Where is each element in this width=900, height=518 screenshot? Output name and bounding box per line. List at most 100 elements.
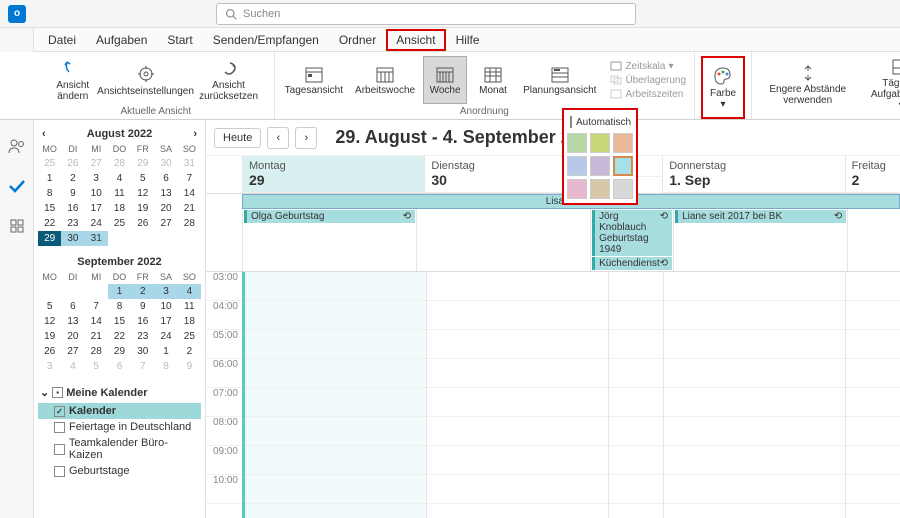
time-slot[interactable] [245, 359, 426, 388]
time-slot[interactable] [245, 417, 426, 446]
time-slot[interactable] [846, 446, 900, 475]
mini-cal-day[interactable]: 19 [131, 201, 154, 216]
color-swatch[interactable] [613, 133, 633, 153]
color-swatch[interactable] [567, 156, 587, 176]
menu-datei[interactable]: Datei [38, 29, 86, 51]
mini-cal-day[interactable]: 30 [131, 344, 154, 359]
search-input[interactable]: Suchen [216, 3, 636, 25]
ansichtseinstellungen-button[interactable]: Ansichtseinstellungen [106, 56, 186, 104]
time-slot[interactable] [664, 446, 845, 475]
mini-cal-day[interactable]: 22 [108, 329, 131, 344]
mini-cal-day[interactable]: 18 [178, 314, 201, 329]
mini-cal-day[interactable]: 16 [131, 314, 154, 329]
mini-cal-day[interactable]: 5 [38, 299, 61, 314]
mini-cal-day[interactable]: 27 [154, 216, 177, 231]
color-swatch[interactable] [567, 179, 587, 199]
mini-cal-day[interactable]: 24 [85, 216, 108, 231]
calendar-list-item[interactable]: Geburtstage [38, 463, 201, 479]
mini-cal-day[interactable]: 15 [38, 201, 61, 216]
time-slot[interactable] [609, 475, 663, 504]
more-icon[interactable] [5, 214, 29, 238]
menu-start[interactable]: Start [157, 29, 202, 51]
mini-cal-day[interactable]: 27 [61, 344, 84, 359]
mini-cal-day[interactable]: 6 [108, 359, 131, 374]
mini-cal-day[interactable] [131, 231, 154, 246]
time-slot[interactable] [427, 301, 608, 330]
mini-cal-day[interactable]: 31 [178, 156, 201, 171]
time-slot[interactable] [609, 301, 663, 330]
mini-cal-day[interactable]: 24 [154, 329, 177, 344]
time-slot[interactable] [609, 388, 663, 417]
mini-cal-day[interactable]: 26 [38, 344, 61, 359]
calendar-list-item[interactable]: Feiertage in Deutschland [38, 419, 201, 435]
mini-cal-day[interactable]: 29 [131, 156, 154, 171]
mini-cal-day[interactable]: 11 [178, 299, 201, 314]
time-slot[interactable] [664, 417, 845, 446]
mini-cal-day[interactable]: 26 [131, 216, 154, 231]
color-auto-option[interactable]: Automatisch [568, 114, 632, 130]
time-slot[interactable] [245, 301, 426, 330]
menu-hilfe[interactable]: Hilfe [446, 29, 490, 51]
time-slot[interactable] [664, 301, 845, 330]
mini-cal-day[interactable]: 18 [108, 201, 131, 216]
time-slot[interactable] [664, 359, 845, 388]
time-slot[interactable] [245, 475, 426, 504]
time-slot[interactable] [245, 330, 426, 359]
mini-cal-day[interactable]: 13 [154, 186, 177, 201]
mini-cal-day[interactable]: 1 [154, 344, 177, 359]
mini-cal-day[interactable]: 30 [154, 156, 177, 171]
heute-button[interactable]: Heute [214, 128, 261, 148]
tasks-icon[interactable] [5, 174, 29, 198]
color-swatch[interactable] [567, 133, 587, 153]
time-slot[interactable] [609, 359, 663, 388]
mini-cal-day[interactable]: 2 [131, 284, 154, 299]
mini-cal-day[interactable]: 17 [154, 314, 177, 329]
mini-cal-day[interactable]: 29 [108, 344, 131, 359]
ansicht-aendern-button[interactable]: Ansicht ändern [44, 56, 102, 104]
mini-cal-day[interactable]: 25 [178, 329, 201, 344]
color-swatch[interactable] [613, 179, 633, 199]
mini-cal-day[interactable]: 6 [154, 171, 177, 186]
color-swatch[interactable] [590, 156, 610, 176]
mini-cal-day[interactable]: 20 [154, 201, 177, 216]
time-slot[interactable] [846, 417, 900, 446]
mini-cal-day[interactable]: 14 [85, 314, 108, 329]
mini-cal-day[interactable]: 4 [108, 171, 131, 186]
time-slot[interactable] [245, 388, 426, 417]
mini-cal-day[interactable]: 15 [108, 314, 131, 329]
mini-cal-day[interactable] [38, 284, 61, 299]
time-slot[interactable] [664, 272, 845, 301]
mini-cal-day[interactable]: 2 [61, 171, 84, 186]
time-slot[interactable] [609, 417, 663, 446]
mini-cal-day[interactable]: 6 [61, 299, 84, 314]
mini-cal-day[interactable]: 28 [178, 216, 201, 231]
color-swatch[interactable] [590, 179, 610, 199]
mini-cal-day[interactable]: 29 [38, 231, 61, 246]
mini-cal-day[interactable]: 4 [61, 359, 84, 374]
farbe-button[interactable]: Farbe ▾ [701, 56, 745, 119]
mini-cal-day[interactable]: 22 [38, 216, 61, 231]
time-slot[interactable] [427, 272, 608, 301]
time-slot[interactable] [664, 330, 845, 359]
time-slot[interactable] [427, 475, 608, 504]
mini-cal-day[interactable]: 7 [85, 299, 108, 314]
monat-button[interactable]: Monat [471, 56, 515, 104]
mini-cal-day[interactable]: 17 [85, 201, 108, 216]
mini-cal-day[interactable]: 3 [85, 171, 108, 186]
next-week-button[interactable]: › [295, 127, 317, 149]
mini-cal-day[interactable]: 28 [85, 344, 108, 359]
mini-cal-day[interactable]: 31 [85, 231, 108, 246]
mini-cal-day[interactable]: 21 [85, 329, 108, 344]
mini-cal-day[interactable]: 8 [38, 186, 61, 201]
zeitskala-button[interactable]: Zeitskala ▾ [608, 60, 688, 73]
calendar-list-item[interactable]: ✓Kalender [38, 403, 201, 419]
time-slot[interactable] [609, 330, 663, 359]
prev-week-button[interactable]: ‹ [267, 127, 289, 149]
menu-ansicht[interactable]: Ansicht [386, 29, 445, 51]
mini-cal-day[interactable] [85, 284, 108, 299]
mini-cal-day[interactable] [154, 231, 177, 246]
menu-ordner[interactable]: Ordner [329, 29, 386, 51]
mini-cal-day[interactable]: 5 [131, 171, 154, 186]
time-slot[interactable] [846, 359, 900, 388]
time-slot[interactable] [427, 330, 608, 359]
